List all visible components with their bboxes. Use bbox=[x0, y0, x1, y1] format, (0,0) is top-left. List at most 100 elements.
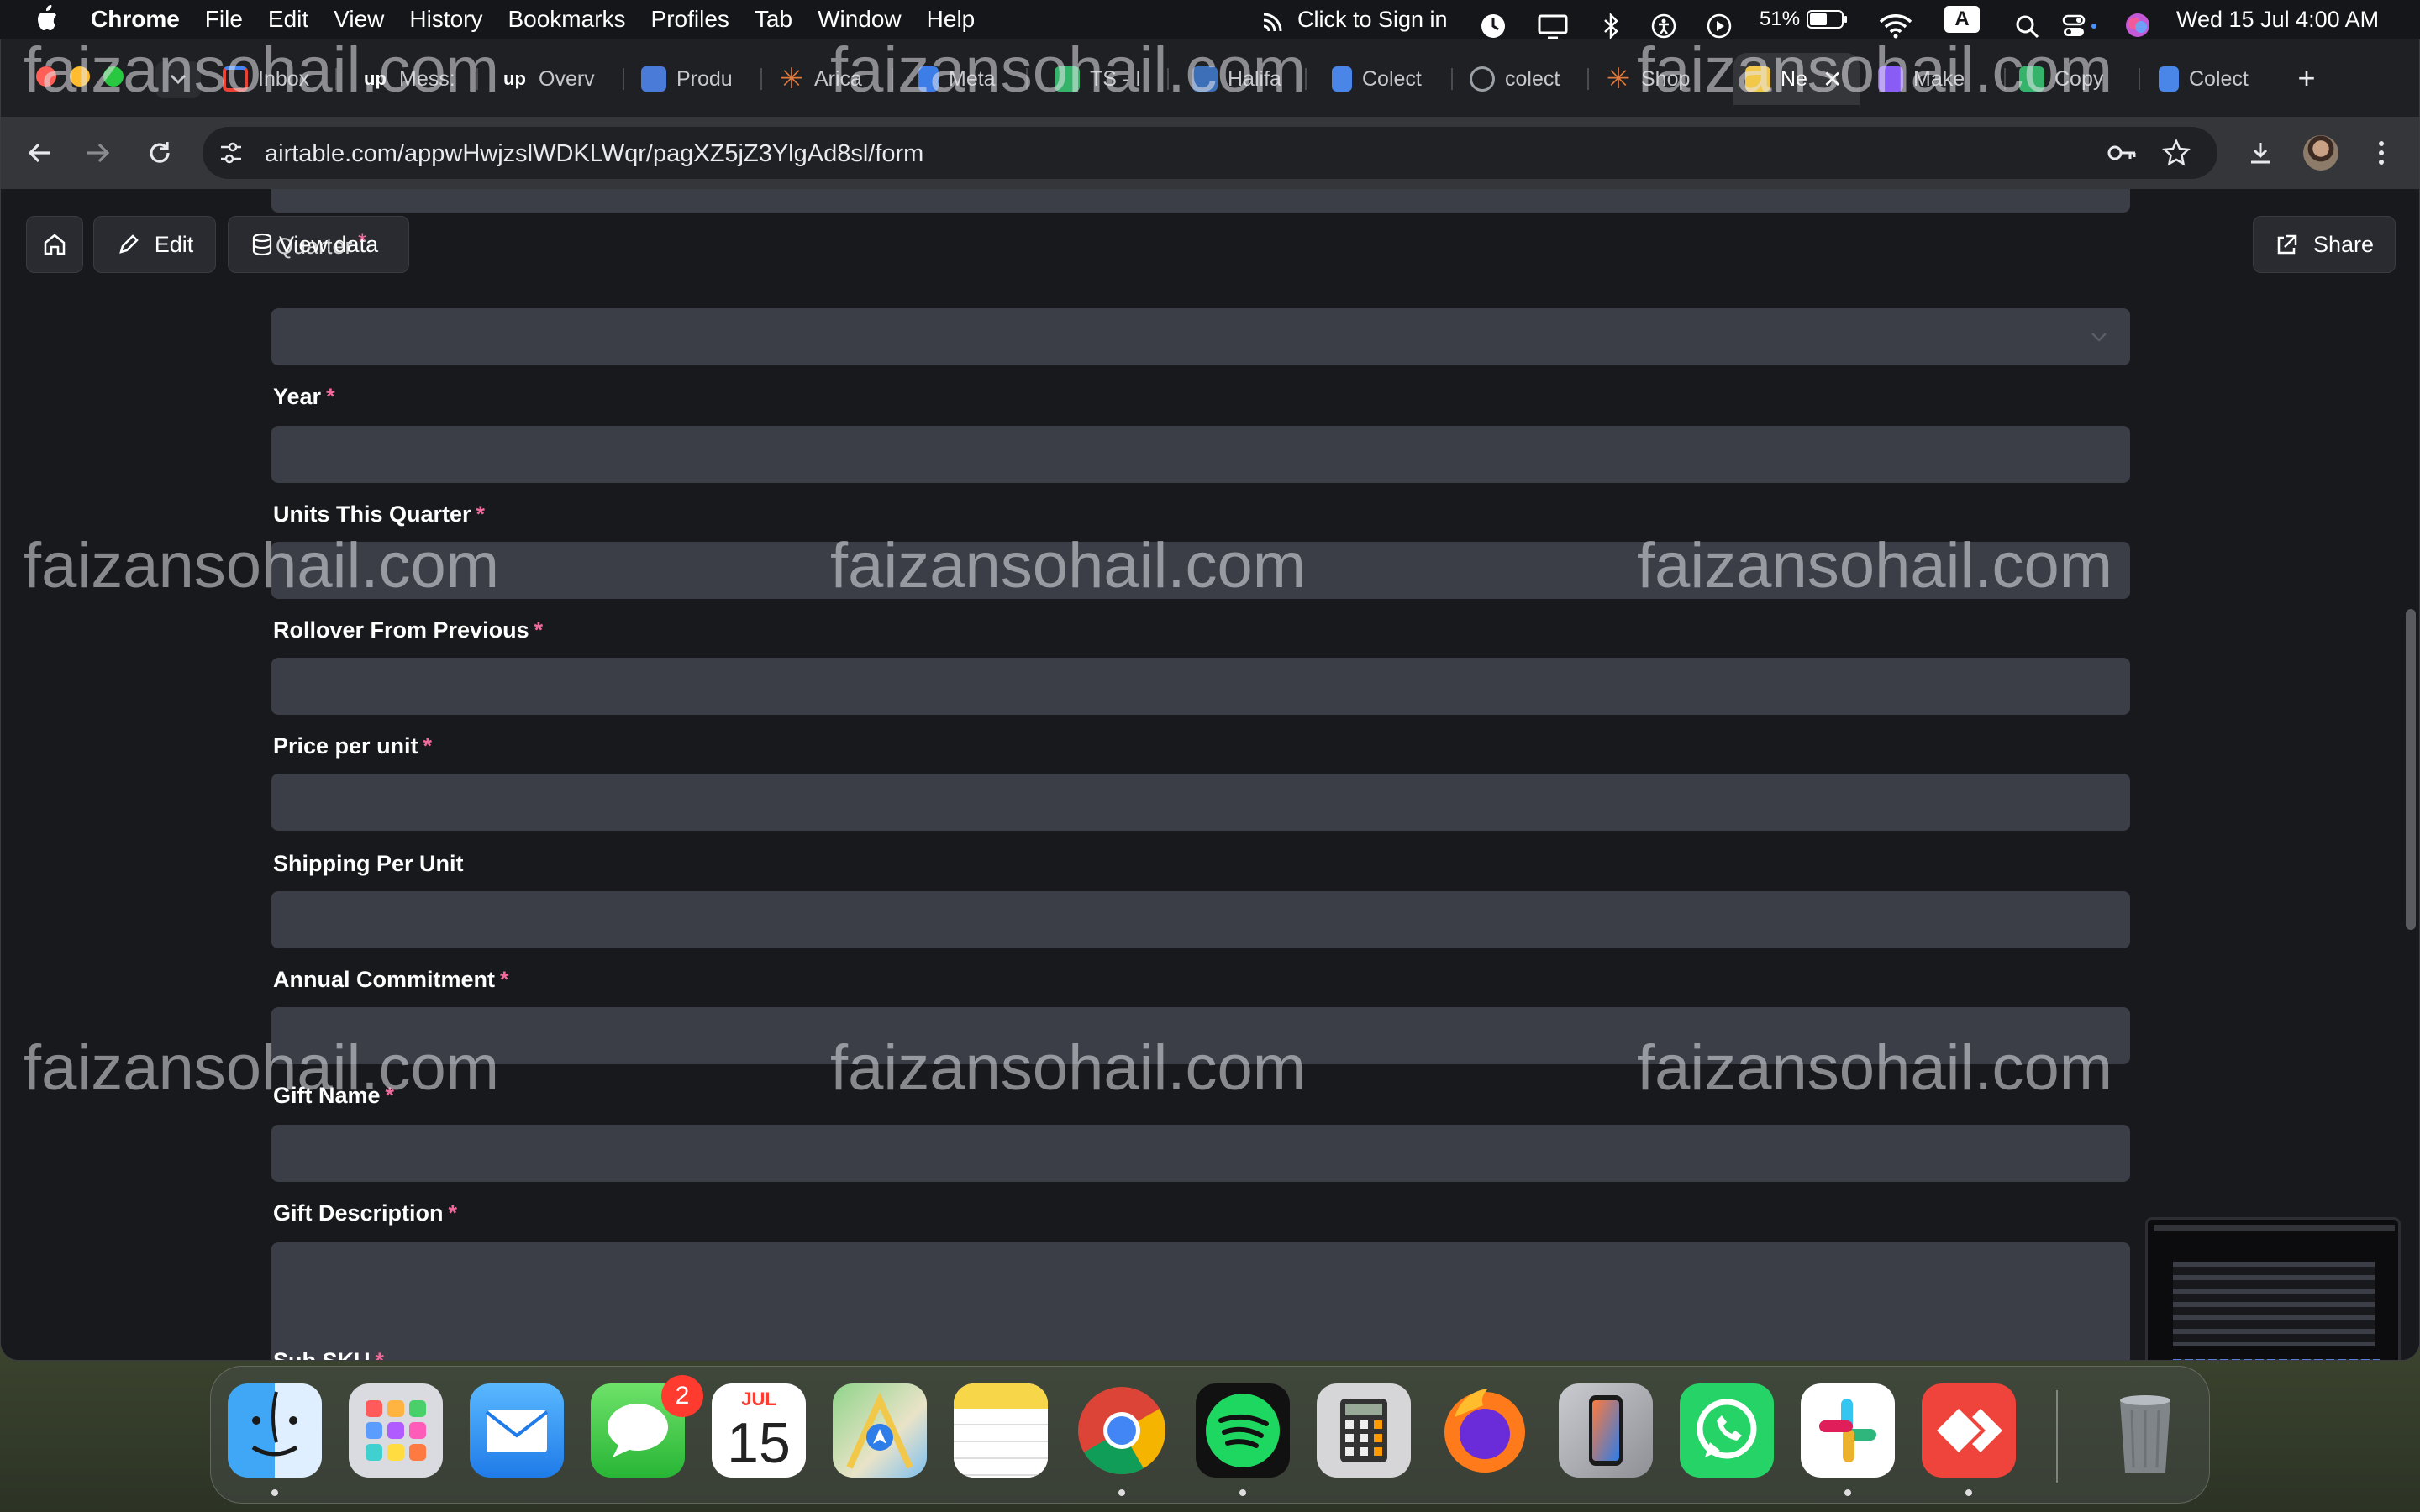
mail-icon[interactable] bbox=[470, 1383, 564, 1478]
download-icon bbox=[2251, 143, 2270, 164]
launchpad-icon[interactable] bbox=[349, 1383, 443, 1478]
calculator-icon[interactable] bbox=[1317, 1383, 1411, 1478]
tab-title: Colect bbox=[1362, 66, 1422, 91]
browser-window: Inbox up Mess: up Overv Produ ✳ Arica Meta … bbox=[0, 39, 2420, 1361]
edit-label: Edit bbox=[154, 231, 194, 257]
calendar-icon[interactable]: JUL 15 bbox=[712, 1383, 806, 1478]
notes-lines bbox=[954, 1409, 1048, 1478]
claude-icon: ✳ bbox=[1606, 63, 1631, 95]
tab-title: Colect bbox=[2189, 66, 2249, 91]
field-label-price-per-unit: Price per unit * bbox=[273, 733, 433, 759]
quarter-label-overlap: Quarter bbox=[276, 234, 353, 259]
reload-icon bbox=[150, 142, 170, 163]
price-per-unit-input[interactable] bbox=[271, 774, 2130, 831]
menu-file[interactable]: File bbox=[205, 6, 243, 33]
dock-separator bbox=[2056, 1390, 2058, 1483]
anydesk-icon[interactable] bbox=[1922, 1383, 2016, 1478]
menu-profiles[interactable]: Profiles bbox=[651, 6, 729, 33]
view-data-button[interactable]: View data Quarter * bbox=[228, 216, 409, 273]
browser-tab[interactable]: Colect bbox=[2159, 53, 2261, 105]
running-indicator bbox=[1844, 1489, 1851, 1496]
home-icon bbox=[44, 234, 66, 255]
shipping-per-unit-input[interactable] bbox=[271, 891, 2130, 948]
browser-tab[interactable]: Produ bbox=[641, 53, 742, 105]
browser-tab[interactable]: colect bbox=[1470, 53, 1574, 105]
menu-help[interactable]: Help bbox=[927, 6, 976, 33]
arrow-right-icon bbox=[87, 143, 110, 163]
previous-field-input[interactable] bbox=[271, 189, 2130, 213]
field-label-units-this-quarter: Units This Quarter * bbox=[273, 501, 486, 527]
home-button[interactable] bbox=[26, 216, 83, 273]
avatar bbox=[2303, 135, 2338, 171]
field-label-annual-commitment: Annual Commitment * bbox=[273, 967, 509, 992]
year-input[interactable] bbox=[271, 426, 2130, 483]
google-docs-icon bbox=[1332, 66, 1352, 92]
url-text[interactable]: airtable.com/appwHwjzslWDKLWqr/pagXZ5jZ3… bbox=[265, 140, 923, 168]
browser-tab[interactable]: Colect bbox=[1332, 53, 1436, 105]
gift-name-input[interactable] bbox=[271, 1125, 2130, 1182]
downloads-button[interactable] bbox=[2239, 132, 2281, 174]
screenshot-thumbnail-preview[interactable] bbox=[2145, 1217, 2401, 1360]
watermark-text: faizansohail.com bbox=[24, 1032, 500, 1104]
spotify-icon[interactable] bbox=[1196, 1383, 1290, 1478]
site-settings-icon[interactable] bbox=[218, 140, 245, 165]
password-key-icon[interactable] bbox=[2107, 141, 2137, 165]
firefox-icon[interactable] bbox=[1438, 1383, 1532, 1478]
chevron-down-icon bbox=[2091, 333, 2107, 342]
new-tab-button[interactable]: + bbox=[2288, 60, 2325, 97]
field-label-year: Year * bbox=[273, 384, 335, 409]
slack-icon[interactable] bbox=[1801, 1383, 1895, 1478]
watermark-text: faizansohail.com bbox=[830, 530, 1307, 601]
tab-title: Overv bbox=[539, 66, 595, 91]
more-vertical-icon bbox=[2379, 141, 2384, 165]
maps-icon[interactable] bbox=[833, 1383, 927, 1478]
notes-icon[interactable] bbox=[954, 1383, 1048, 1478]
iphone-mirroring-icon[interactable] bbox=[1559, 1383, 1653, 1478]
required-asterisk: * bbox=[358, 228, 367, 254]
whatsapp-icon[interactable] bbox=[1680, 1383, 1774, 1478]
browser-tab[interactable]: up Overv bbox=[503, 53, 604, 105]
menu-history[interactable]: History bbox=[409, 6, 482, 33]
menu-window[interactable]: Window bbox=[818, 6, 902, 33]
menu-view[interactable]: View bbox=[334, 6, 384, 33]
finder-icon[interactable] bbox=[228, 1383, 322, 1478]
app-name-menu[interactable]: Chrome bbox=[91, 6, 180, 33]
profile-avatar[interactable] bbox=[2300, 132, 2342, 174]
share-button[interactable]: Share bbox=[2253, 216, 2396, 273]
menu-tab[interactable]: Tab bbox=[755, 6, 792, 33]
gift-description-textarea[interactable] bbox=[271, 1242, 2130, 1360]
browser-menu-button[interactable] bbox=[2360, 132, 2402, 174]
quarter-select[interactable] bbox=[271, 308, 2130, 365]
tab-title: colect bbox=[1505, 66, 1560, 91]
rollover-from-previous-input[interactable] bbox=[271, 658, 2130, 715]
thumbnail-content bbox=[2173, 1262, 2375, 1346]
bookmark-star-icon[interactable] bbox=[2162, 139, 2191, 167]
sign-in-status[interactable]: Click to Sign in bbox=[1297, 7, 1448, 33]
battery-icon[interactable] bbox=[1807, 9, 1849, 29]
menu-bookmarks[interactable]: Bookmarks bbox=[508, 6, 625, 33]
address-bar[interactable]: airtable.com/appwHwjzslWDKLWqr/pagXZ5jZ3… bbox=[203, 127, 2217, 179]
tab-separator bbox=[760, 68, 762, 90]
thumbnail-content bbox=[2154, 1225, 2395, 1231]
apple-logo-icon[interactable] bbox=[34, 3, 62, 35]
forward-button[interactable] bbox=[76, 132, 118, 174]
running-indicator bbox=[1118, 1489, 1125, 1496]
field-label-sub-sku: Sub SKU * bbox=[273, 1348, 385, 1361]
back-button[interactable] bbox=[19, 132, 61, 174]
trash-icon[interactable] bbox=[2098, 1383, 2192, 1478]
running-indicator bbox=[271, 1489, 278, 1496]
browser-toolbar: airtable.com/appwHwjzslWDKLWqr/pagXZ5jZ3… bbox=[1, 117, 2419, 189]
tab-separator bbox=[1587, 68, 1589, 90]
cube-icon bbox=[641, 66, 666, 92]
input-source-indicator[interactable]: A bbox=[1944, 6, 1980, 33]
menubar-clock[interactable]: Wed 15 Jul 4:00 AM bbox=[2176, 0, 2379, 39]
page-scrollbar[interactable] bbox=[2406, 609, 2416, 930]
edit-button[interactable]: Edit bbox=[93, 216, 216, 273]
cast-icon[interactable] bbox=[1262, 8, 1289, 31]
field-label-shipping-per-unit: Shipping Per Unit bbox=[273, 851, 464, 876]
watermark-text: faizansohail.com bbox=[1637, 34, 2113, 106]
chrome-icon[interactable] bbox=[1075, 1383, 1169, 1478]
menu-edit[interactable]: Edit bbox=[268, 6, 308, 33]
reload-button[interactable] bbox=[139, 132, 181, 174]
database-icon bbox=[252, 233, 272, 256]
